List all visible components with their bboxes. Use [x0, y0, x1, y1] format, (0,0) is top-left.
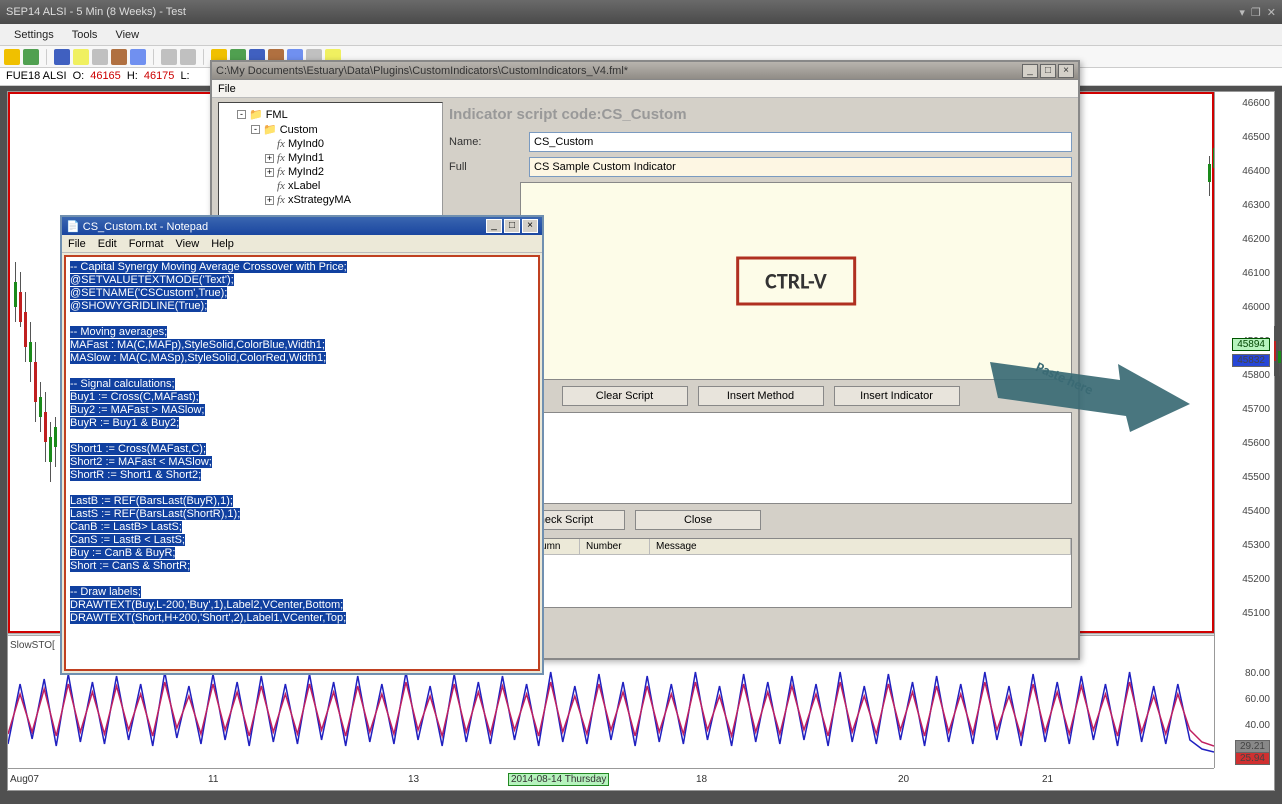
menu-view[interactable]: View: [176, 238, 200, 250]
collapse-icon[interactable]: -: [237, 110, 246, 119]
expand-icon[interactable]: +: [265, 196, 274, 205]
notepad-title: CS_Custom.txt - Notepad: [83, 221, 208, 233]
minimize-icon[interactable]: ▾: [1239, 6, 1245, 19]
price-axis: 46600 46500 46400 46300 46200 46100 4600…: [1214, 92, 1274, 768]
toolbar-icon[interactable]: [161, 49, 177, 65]
col-number[interactable]: Number: [580, 539, 650, 554]
expand-icon[interactable]: +: [265, 168, 274, 177]
toolbar-icon[interactable]: [54, 49, 70, 65]
app-title: SEP14 ALSI - 5 Min (8 Weeks) - Test: [6, 6, 186, 18]
dialog-title: C:\My Documents\Estuary\Data\Plugins\Cus…: [216, 65, 628, 77]
insert-method-button[interactable]: Insert Method: [698, 386, 824, 406]
menu-file[interactable]: File: [68, 238, 86, 250]
tree-item[interactable]: fxMyInd0: [265, 137, 438, 151]
symbol: FUE18 ALSI: [6, 70, 67, 82]
separator: [153, 49, 154, 65]
collapse-icon[interactable]: -: [251, 125, 260, 134]
close-icon[interactable]: ×: [522, 219, 538, 233]
time-axis: Aug07 11 13 2014-08-14 Thursday 18 20 21: [8, 768, 1214, 790]
minimize-icon[interactable]: _: [1022, 64, 1038, 78]
menu-settings[interactable]: Settings: [14, 29, 54, 41]
menu-edit[interactable]: Edit: [98, 238, 117, 250]
close-icon[interactable]: ✕: [1267, 6, 1276, 19]
app-menubar: Settings Tools View: [0, 24, 1282, 46]
insert-indicator-button[interactable]: Insert Indicator: [834, 386, 960, 406]
tree-item[interactable]: +fxxStrategyMA: [265, 193, 438, 207]
toolbar-icon[interactable]: [23, 49, 39, 65]
toolbar-icon[interactable]: [111, 49, 127, 65]
toolbar-icon[interactable]: [4, 49, 20, 65]
last-price-tag: 45894: [1232, 338, 1270, 351]
name-label: Name:: [449, 136, 529, 148]
maximize-icon[interactable]: □: [504, 219, 520, 233]
oscillator-label: SlowSTO[: [10, 640, 55, 651]
col-message[interactable]: Message: [650, 539, 1071, 554]
tree-item[interactable]: +fxMyInd2: [265, 165, 438, 179]
full-label: Full: [449, 161, 529, 173]
menu-format[interactable]: Format: [129, 238, 164, 250]
arrow-annotation: [990, 332, 1200, 452]
notepad-titlebar[interactable]: 📄 CS_Custom.txt - Notepad _ □ ×: [62, 217, 542, 235]
dialog-menubar: File: [212, 80, 1078, 98]
menu-help[interactable]: Help: [211, 238, 234, 250]
menu-tools[interactable]: Tools: [72, 29, 98, 41]
separator: [46, 49, 47, 65]
toolbar-icon[interactable]: [130, 49, 146, 65]
notepad-text[interactable]: -- Capital Synergy Moving Average Crosso…: [64, 255, 540, 671]
name-input[interactable]: [529, 132, 1072, 152]
maximize-icon[interactable]: □: [1040, 64, 1056, 78]
app-titlebar: SEP14 ALSI - 5 Min (8 Weeks) - Test ▾ ❐ …: [0, 0, 1282, 24]
minimize-icon[interactable]: _: [486, 219, 502, 233]
panel-heading: Indicator script code:CS_Custom: [449, 102, 1072, 127]
toolbar-icon[interactable]: [180, 49, 196, 65]
cursor-date: 2014-08-14 Thursday: [508, 773, 609, 786]
notepad-window: 📄 CS_Custom.txt - Notepad _ □ × File Edi…: [60, 215, 544, 675]
notepad-menubar: File Edit Format View Help: [62, 235, 542, 253]
tree-item[interactable]: fxxLabel: [265, 179, 438, 193]
expand-icon[interactable]: +: [265, 154, 274, 163]
dialog-titlebar[interactable]: C:\My Documents\Estuary\Data\Plugins\Cus…: [212, 62, 1078, 80]
menu-view[interactable]: View: [115, 29, 139, 41]
close-icon[interactable]: ×: [1058, 64, 1074, 78]
restore-icon[interactable]: ❐: [1251, 6, 1261, 19]
clear-script-button[interactable]: Clear Script: [562, 386, 688, 406]
close-button[interactable]: Close: [635, 510, 761, 530]
ctrlv-hint: CTRL-V: [736, 257, 856, 306]
full-input[interactable]: [529, 157, 1072, 177]
toolbar-icon[interactable]: [73, 49, 89, 65]
toolbar-icon[interactable]: [92, 49, 108, 65]
osc-value-tag: 25.94: [1235, 752, 1270, 765]
separator: [203, 49, 204, 65]
tree-item[interactable]: +fxMyInd1: [265, 151, 438, 165]
notepad-icon: 📄: [66, 221, 80, 233]
menu-file[interactable]: File: [218, 83, 236, 95]
ma-price-tag: 45832: [1232, 354, 1270, 367]
